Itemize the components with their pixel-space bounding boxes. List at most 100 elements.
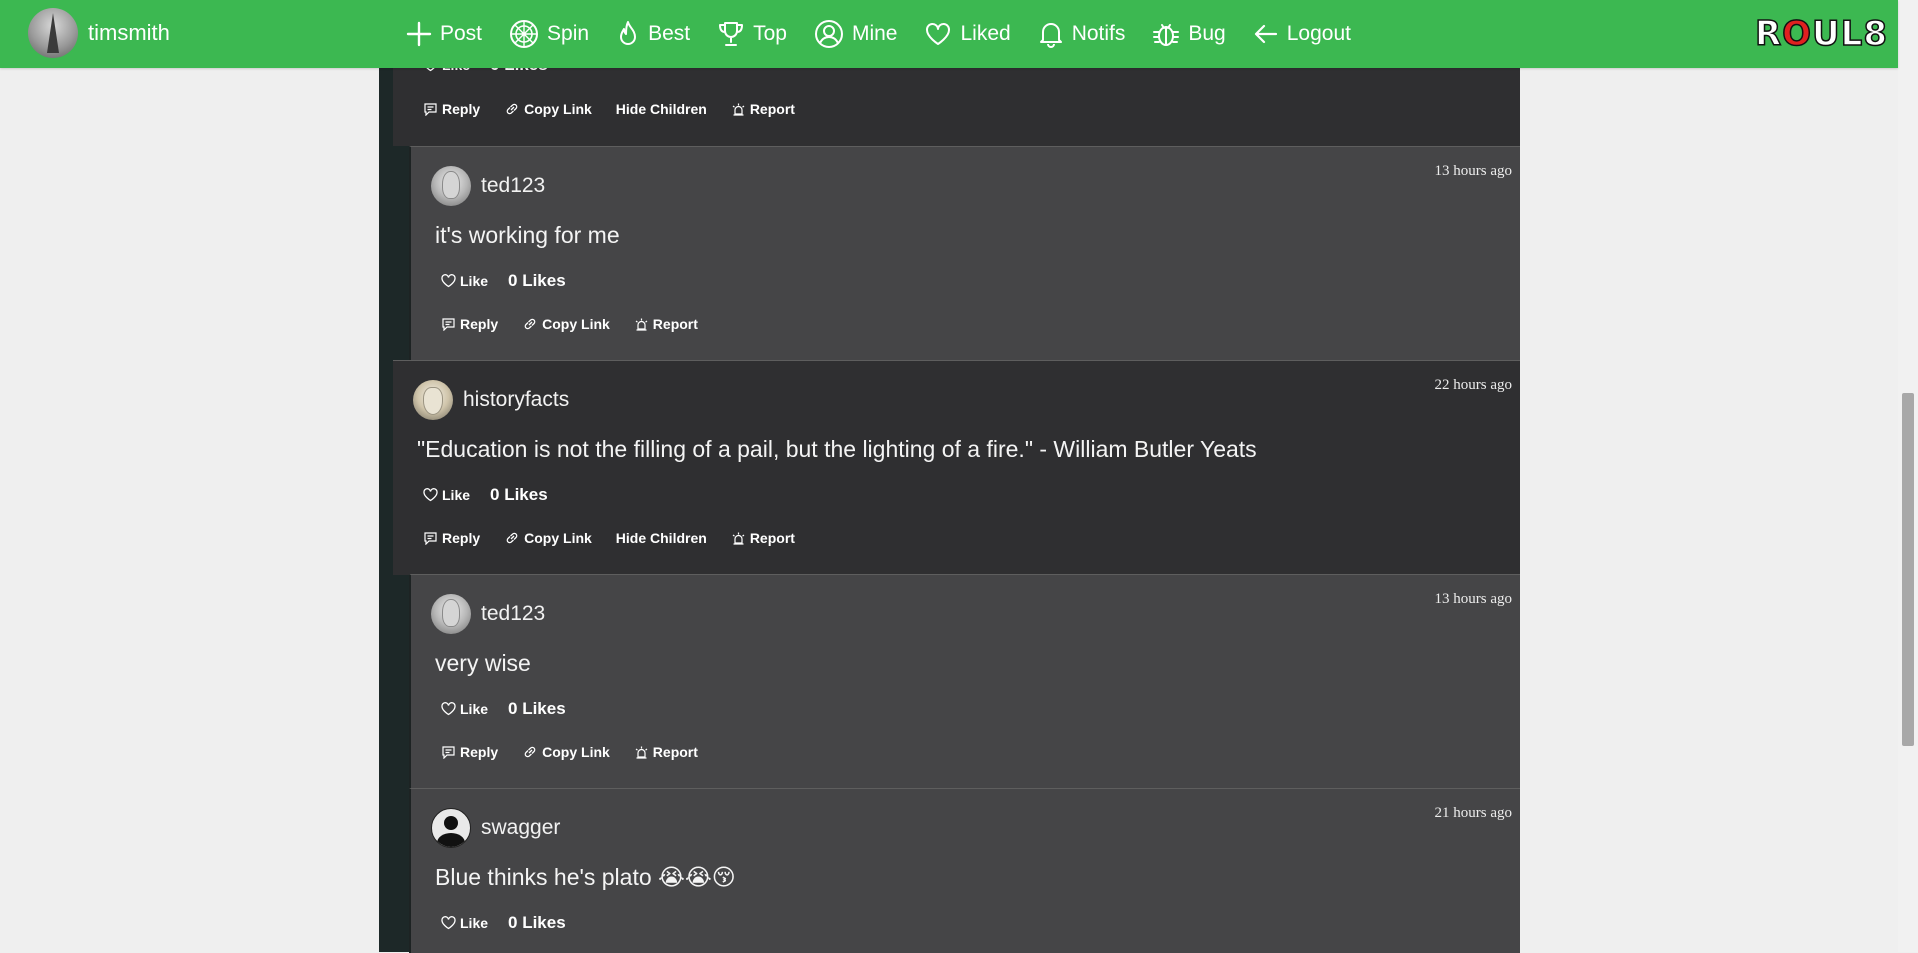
nav-post[interactable]: Post	[406, 21, 482, 47]
avatar[interactable]	[413, 380, 453, 420]
page-scrollbar[interactable]	[1898, 0, 1918, 952]
comment-icon	[424, 103, 437, 116]
comment-username[interactable]: ted123	[481, 602, 545, 626]
report-button[interactable]: Report	[628, 312, 704, 336]
reply-button[interactable]: Reply	[417, 526, 486, 550]
heart-icon	[441, 702, 456, 716]
report-button[interactable]: Report	[628, 740, 704, 764]
logo-letter: R	[1754, 14, 1783, 54]
arrow-left-icon	[1254, 24, 1277, 44]
report-button[interactable]: Report	[725, 97, 801, 121]
comment-timestamp: 13 hours ago	[1434, 163, 1513, 179]
nav-notifs[interactable]: Notifs	[1038, 20, 1126, 48]
nav-top-label: Top	[753, 22, 787, 45]
comment-icon	[442, 746, 455, 759]
spin-wheel-icon	[510, 20, 539, 48]
comment-actions: Reply Copy Link Hide Children Report	[417, 97, 813, 121]
avatar[interactable]	[431, 166, 471, 206]
top-navbar: timsmith Post Spin Best Top Mine Liked N…	[0, 0, 1898, 68]
copy-link-button[interactable]: Copy Link	[516, 740, 616, 764]
link-icon	[524, 746, 536, 758]
logo-letter: O	[1781, 14, 1813, 54]
alarm-icon	[732, 103, 745, 116]
report-label: Report	[749, 101, 795, 117]
like-row: Like 0 Likes	[417, 483, 548, 507]
comment-username[interactable]: historyfacts	[463, 388, 569, 412]
like-label: Like	[442, 487, 471, 503]
like-row: Like 0 Likes	[435, 911, 566, 935]
alarm-icon	[635, 746, 648, 759]
username-label[interactable]: timsmith	[88, 20, 170, 46]
hide-children-label: Hide Children	[615, 530, 707, 546]
comment-text: Blue thinks he's plato	[435, 864, 652, 890]
like-button[interactable]: Like	[435, 697, 494, 721]
alarm-icon	[732, 532, 745, 545]
copy-link-button[interactable]: Copy Link	[516, 312, 616, 336]
copy-link-button[interactable]: Copy Link	[498, 97, 598, 121]
trophy-icon	[719, 22, 744, 46]
nav-mine[interactable]: Mine	[814, 19, 898, 49]
nav-logout[interactable]: Logout	[1253, 22, 1351, 46]
comment-header: swagger	[431, 808, 560, 848]
likes-count: 0 Likes	[490, 485, 548, 504]
nav-best-label: Best	[648, 22, 691, 45]
comment-icon	[424, 532, 437, 545]
comment-actions: Reply Copy Link Hide Children Report	[417, 526, 813, 550]
like-button[interactable]: Like	[435, 911, 494, 935]
hide-children-label: Hide Children	[615, 101, 707, 117]
copy-link-label: Copy Link	[524, 530, 592, 546]
nav-top[interactable]: Top	[717, 20, 787, 48]
hide-children-button[interactable]: Hide Children	[610, 526, 713, 550]
link-icon	[506, 532, 518, 544]
reply-button[interactable]: Reply	[435, 312, 504, 336]
link-icon	[506, 103, 518, 115]
current-user[interactable]: timsmith	[28, 8, 170, 58]
copy-link-label: Copy Link	[542, 316, 610, 332]
scrollbar-thumb[interactable]	[1902, 393, 1914, 746]
nav-bug[interactable]: Bug	[1152, 20, 1226, 48]
bell-icon	[1039, 23, 1062, 48]
nav-notifs-label: Notifs	[1071, 22, 1126, 45]
comment-actions: Reply Copy Link Report	[435, 740, 716, 764]
avatar[interactable]	[28, 8, 78, 58]
nav-mine-label: Mine	[851, 22, 898, 45]
comment: swagger 21 hours ago Blue thinks he's pl…	[409, 788, 1520, 953]
nav-liked-label: Liked	[960, 22, 1011, 45]
nav-bug-label: Bug	[1188, 22, 1226, 45]
nav-spin-label: Spin	[547, 22, 590, 45]
comment-header: historyfacts	[413, 380, 569, 420]
heart-icon	[441, 274, 456, 288]
copy-link-button[interactable]: Copy Link	[498, 526, 598, 550]
report-label: Report	[652, 316, 698, 332]
like-button[interactable]: Like	[435, 269, 494, 293]
report-button[interactable]: Report	[725, 526, 801, 550]
user-circle-icon	[814, 20, 843, 48]
like-button[interactable]: Like	[417, 483, 476, 507]
hide-children-button[interactable]: Hide Children	[610, 97, 713, 121]
link-icon	[524, 318, 536, 330]
comment: ted123 13 hours ago it's working for me …	[409, 146, 1520, 361]
nav-best[interactable]: Best	[616, 20, 690, 48]
roul8-logo[interactable]: R O U L 8	[1754, 14, 1888, 54]
report-label: Report	[652, 744, 698, 760]
nav-post-label: Post	[440, 22, 483, 45]
plus-icon	[406, 21, 432, 47]
comment-thread: Like 0 Likes Reply Copy Link Hide Childr…	[379, 0, 1520, 953]
like-label: Like	[460, 915, 489, 931]
alarm-icon	[635, 318, 648, 331]
comment-username[interactable]: ted123	[481, 174, 545, 198]
comment-header: ted123	[431, 594, 545, 634]
reply-label: Reply	[460, 744, 499, 760]
comment-username[interactable]: swagger	[481, 816, 560, 840]
emoji-text: 😭😭😚	[658, 865, 736, 891]
reply-button[interactable]: Reply	[417, 97, 486, 121]
nav-liked[interactable]: Liked	[924, 21, 1011, 47]
comment-header: ted123	[431, 166, 545, 206]
comment-timestamp: 21 hours ago	[1434, 805, 1513, 821]
copy-link-label: Copy Link	[524, 101, 592, 117]
avatar[interactable]	[431, 808, 471, 848]
avatar[interactable]	[431, 594, 471, 634]
nav-spin[interactable]: Spin	[509, 19, 589, 49]
reply-button[interactable]: Reply	[435, 740, 504, 764]
logo-letter: L	[1840, 14, 1864, 54]
